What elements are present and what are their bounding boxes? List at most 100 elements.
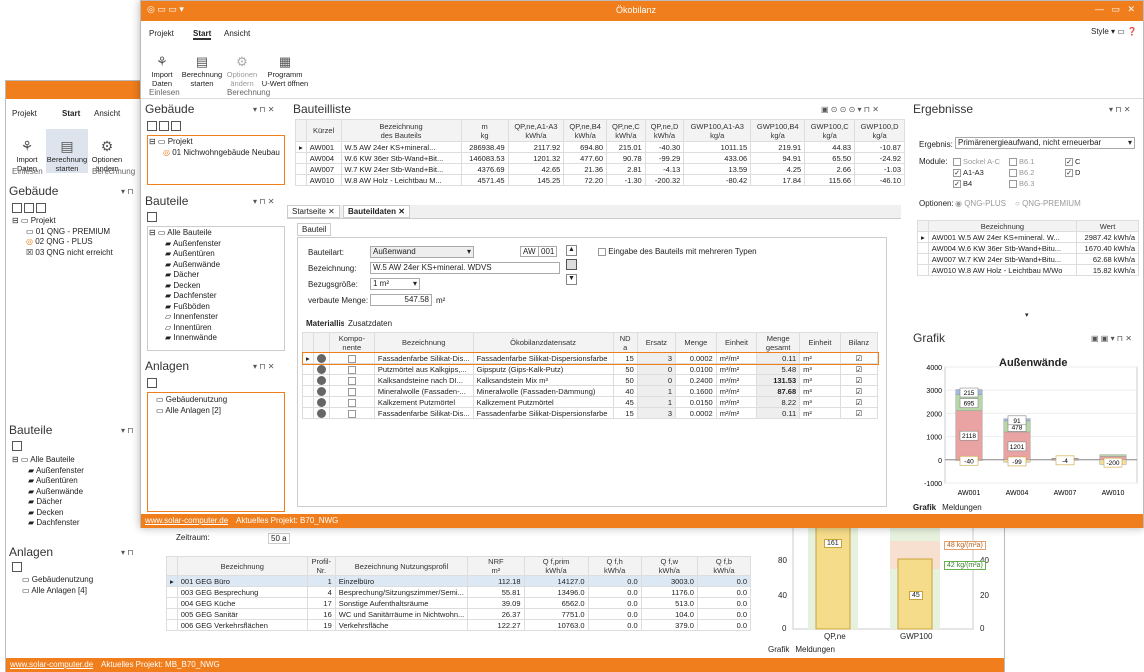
col-header[interactable]: QP,ne,B4 kWh/a — [563, 119, 608, 142]
quick-access-icons[interactable]: ◎ ▭ ▭ ▾ — [147, 4, 184, 15]
delete-icon[interactable] — [36, 203, 47, 213]
col-header[interactable]: Menge — [675, 332, 717, 353]
col-header[interactable]: Ersatz — [636, 332, 677, 353]
col-header[interactable]: GWP100,B4 kg/a — [750, 119, 806, 142]
checkbox[interactable]: ✓ — [953, 169, 961, 178]
copy-icon[interactable] — [24, 203, 35, 213]
table-row[interactable]: 006 GEG Verkehrsflächen 19 Verkehrsfläche 1… — [166, 619, 752, 631]
table-row[interactable]: AW004 W.6 KW 36er Stb-Wand+Bitu... 1670.4… — [917, 242, 1139, 254]
tree-item[interactable]: ▰ Außenfenster — [12, 466, 84, 477]
option-qng-premium[interactable]: ○ QNG-PREMIUM — [1015, 199, 1081, 208]
module-checkbox[interactable]: B6.1 — [1009, 157, 1034, 167]
tab-ansicht[interactable]: Ansicht — [94, 109, 120, 118]
col-header[interactable]: GWP100,D kg/a — [854, 119, 905, 142]
panel-pin-icon[interactable]: ▣ ▣ ▾ ⊓ ✕ — [1091, 334, 1132, 343]
tab-ansicht[interactable]: Ansicht — [224, 29, 250, 38]
komponente-cell[interactable] — [328, 385, 375, 397]
komponente-cell[interactable] — [328, 363, 375, 375]
tree-root[interactable]: ⊟ ▭ Projekt — [149, 137, 283, 148]
tree-item[interactable]: ▰ Fußböden — [149, 302, 283, 313]
panel-pin-icon[interactable]: ▾ ⊓ ✕ — [253, 197, 274, 206]
bilanz-cell[interactable]: ☑ — [839, 407, 879, 419]
bauteilart-select[interactable]: Außenwand ▾ — [370, 246, 474, 258]
checkbox[interactable] — [347, 387, 356, 396]
tree-project-1[interactable]: ◎ 01 Nichwohngebäude Neubau — [149, 148, 283, 159]
col-header[interactable]: Ökobilanzdatensatz — [472, 332, 614, 353]
panel-pin-icon[interactable]: ▾ ⊓ — [121, 187, 133, 196]
checkbox[interactable] — [347, 365, 356, 374]
col-header[interactable]: Bezeichnung des Bauteils — [340, 119, 462, 142]
new-icon[interactable] — [12, 441, 22, 451]
tab-meldungen[interactable]: Meldungen — [942, 503, 982, 512]
tree-item[interactable]: ▰ Dächer — [149, 270, 283, 281]
col-header[interactable]: Q f,b kWh/a — [696, 556, 752, 576]
tab-startseite[interactable]: Startseite ✕ — [287, 205, 340, 218]
col-header[interactable]: QP,ne,A1-A3 kWh/a — [507, 119, 565, 142]
new-icon[interactable] — [147, 121, 157, 131]
panel-pin-icon[interactable]: ▾ ⊓ ✕ — [1109, 105, 1130, 114]
new-icon[interactable] — [147, 378, 157, 388]
module-checkbox[interactable]: ✓ B4 — [953, 179, 972, 189]
col-header[interactable]: Q f,prim kWh/a — [523, 556, 589, 576]
checkbox[interactable] — [347, 376, 356, 385]
table-row[interactable]: ▸ 001 GEG Büro 1 Einzelbüro 112.18 14127.0 0.0… — [166, 575, 752, 587]
col-header[interactable]: Menge gesamt — [756, 332, 801, 353]
table-row[interactable]: 004 GEG Küche 17 Sonstige Aufenthaltsräume… — [166, 597, 752, 609]
new-icon[interactable] — [147, 212, 157, 222]
tree-item[interactable]: ▱ Innenfenster — [149, 312, 283, 323]
checkbox[interactable] — [598, 247, 606, 256]
panel-pin-icon[interactable]: ▾ ⊓ — [121, 548, 133, 557]
col-header[interactable]: Einheit — [715, 332, 758, 353]
tree-item[interactable]: ▰ Dächer — [12, 497, 84, 508]
col-header[interactable]: Q f,w kWh/a — [640, 556, 698, 576]
col-header[interactable]: Profil- Nr. — [306, 556, 336, 576]
tab-meldungen[interactable]: Meldungen — [795, 645, 835, 654]
tab-projekt[interactable]: Projekt — [149, 29, 174, 38]
checkbox[interactable] — [953, 158, 961, 167]
bauteil-group-tab[interactable]: Bauteil — [297, 223, 332, 236]
checkbox[interactable]: ✓ — [1065, 169, 1073, 178]
menge-input[interactable]: 547.58 — [370, 294, 432, 306]
table-row[interactable]: ▸ AW001 W.5 AW 24er KS+mineral. W... 2987.… — [917, 231, 1139, 243]
tree-item[interactable]: ▰ Dachfenster — [12, 518, 84, 529]
panel-pin-icon[interactable]: ▾ ⊓ ✕ — [253, 105, 274, 114]
window-controls[interactable]: — ▭ ✕ — [1095, 4, 1135, 15]
col-header[interactable]: Kürzel — [305, 119, 342, 142]
main-calc-button[interactable]: ▤ Berechnung starten — [181, 45, 223, 88]
tab-start[interactable]: Start — [193, 29, 212, 40]
tab-grafik[interactable]: Grafik — [913, 503, 936, 512]
col-header[interactable]: Kompo- nente — [328, 332, 375, 353]
style-menu[interactable]: Style ▾ ▭ ❓ — [1091, 27, 1137, 36]
komponente-cell[interactable] — [328, 396, 375, 408]
module-checkbox[interactable]: B6.3 — [1009, 179, 1034, 189]
tree-item[interactable]: ▰ Decken — [12, 508, 84, 519]
tab-grafik[interactable]: Grafik — [768, 645, 789, 654]
module-checkbox[interactable]: ✓ D — [1065, 168, 1080, 178]
copy-button[interactable] — [566, 259, 577, 270]
tab-projekt[interactable]: Projekt — [12, 109, 37, 118]
tree-item[interactable]: ▰ Außenfenster — [149, 239, 283, 250]
tree-project-1[interactable]: ▭ 01 QNG - PREMIUM — [12, 227, 113, 238]
copy-icon[interactable] — [159, 121, 170, 131]
website-link[interactable]: www.solar-computer.de — [145, 516, 228, 525]
option-qng-plus[interactable]: ◉ QNG-PLUS — [955, 199, 1006, 208]
delete-icon[interactable] — [171, 121, 182, 131]
table-row[interactable]: AW010 W.8 AW Holz - Leichtbau M... 4571.45… — [295, 174, 905, 186]
new-icon[interactable] — [12, 562, 22, 572]
back-calc-button[interactable]: ▤ Berechnung starten — [46, 129, 88, 173]
tree-project-2[interactable]: ◎ 02 QNG - PLUS — [12, 237, 113, 248]
col-header[interactable]: Einheit — [799, 332, 841, 353]
table-row[interactable]: 003 GEG Besprechung 4 Besprechung/Sitzungs… — [166, 586, 752, 598]
checkbox[interactable]: ✓ — [953, 180, 961, 189]
table-row[interactable]: AW007 W.7 KW 24er Stb-Wand+Bit... 4376.69 4… — [295, 163, 905, 175]
code-number[interactable]: 001 — [538, 246, 558, 257]
panel-pin-icon[interactable]: ▾ ⊓ ✕ — [253, 362, 274, 371]
tree-project-3[interactable]: ☒ 03 QNG nicht erreicht — [12, 248, 113, 259]
komponente-cell[interactable] — [328, 374, 375, 386]
col-header[interactable]: Bezeichnung — [176, 556, 308, 576]
tree-item[interactable]: ▭ Alle Anlagen [2] — [150, 406, 282, 417]
tree-item[interactable]: ▱ Innentüren — [149, 323, 283, 334]
komponente-cell[interactable] — [328, 407, 375, 419]
tree-item[interactable]: ⊟ ▭ Alle Bauteile — [12, 455, 84, 466]
website-link[interactable]: www.solar-computer.de — [10, 660, 93, 669]
